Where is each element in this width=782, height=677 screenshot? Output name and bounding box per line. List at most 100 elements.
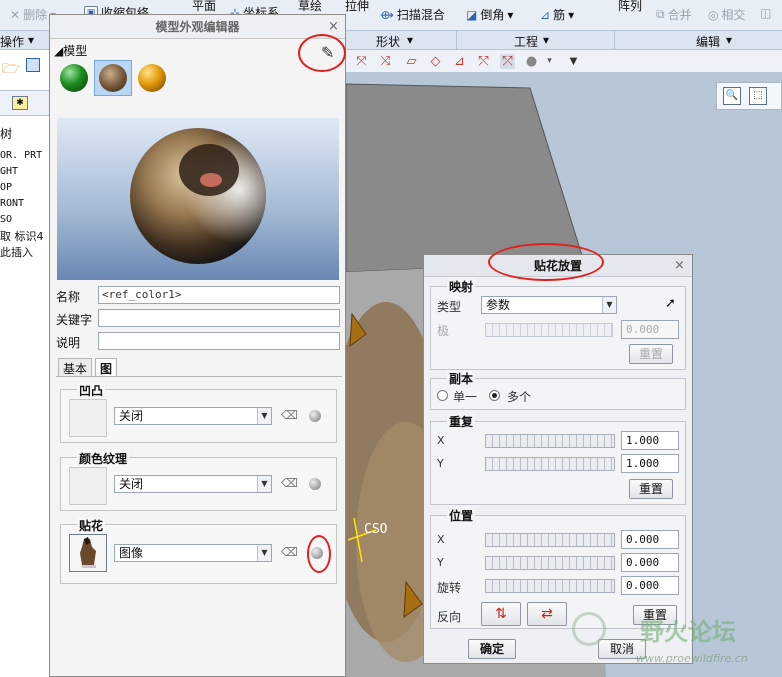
watermark-logo bbox=[572, 612, 606, 646]
clear-icon[interactable]: ⌫ bbox=[281, 545, 298, 559]
position-y-slider[interactable] bbox=[485, 556, 615, 570]
decal-close-icon[interactable]: × bbox=[674, 258, 685, 273]
tree-item-csys[interactable]: SO bbox=[0, 214, 12, 225]
engineering-group-label[interactable]: 工程 bbox=[514, 33, 538, 50]
appearance-swatch-orange[interactable] bbox=[138, 64, 166, 92]
tree-item-front[interactable]: RONT bbox=[0, 198, 24, 209]
position-title: 位置 bbox=[447, 507, 476, 524]
chamfer-icon: ◪ bbox=[466, 7, 478, 22]
repeat-x-field[interactable]: 1.000 bbox=[621, 431, 679, 450]
decal-placement-dialog: 贴花放置 × 映射 类型 参数 ▼ ➚ 极 0.000 重置 副本 单一 多个 … bbox=[423, 243, 693, 664]
single-radio[interactable] bbox=[437, 390, 448, 401]
rotate-field[interactable]: 0.000 bbox=[621, 576, 679, 595]
datum-tool-icon-3[interactable]: ▱ bbox=[404, 54, 419, 69]
tab-map[interactable]: 图 bbox=[95, 358, 118, 377]
decal-title: 贴花 bbox=[77, 517, 106, 534]
repeat-y-field[interactable]: 1.000 bbox=[621, 454, 679, 473]
save-icon[interactable] bbox=[26, 58, 40, 72]
tab-basic[interactable]: 基本 bbox=[58, 358, 93, 377]
type-select[interactable]: 参数 ▼ bbox=[481, 296, 617, 314]
extrude-button[interactable]: 拉伸 bbox=[345, 0, 369, 14]
single-label: 单一 bbox=[453, 390, 478, 404]
appearance-swatch-selected-frame[interactable] bbox=[94, 60, 132, 96]
more-icon[interactable]: ◫ bbox=[760, 6, 771, 20]
highlight-decal-placement-annotation bbox=[307, 535, 331, 573]
pole-field[interactable]: 0.000 bbox=[621, 320, 679, 339]
color-texture-thumbnail[interactable] bbox=[69, 467, 107, 505]
refit-icon[interactable]: ⬚ bbox=[749, 87, 767, 105]
repeat-x-slider[interactable] bbox=[485, 434, 615, 448]
copy-title: 副本 bbox=[447, 370, 476, 387]
editor-title[interactable]: 模型外观编辑器 bbox=[50, 15, 345, 39]
star-tab[interactable]: ✱ bbox=[12, 96, 28, 110]
datum-tool-icon-4[interactable]: ◇ bbox=[428, 54, 443, 69]
position-x-field[interactable]: 0.000 bbox=[621, 530, 679, 549]
position-y-field[interactable]: 0.000 bbox=[621, 553, 679, 572]
ok-button[interactable]: 确定 bbox=[468, 639, 516, 659]
appearance-dropdown-icon[interactable]: ▾ bbox=[542, 54, 557, 69]
open-folder-icon[interactable]: 🗁 bbox=[2, 58, 19, 82]
appearance-preview bbox=[57, 118, 339, 280]
description-field[interactable] bbox=[98, 332, 340, 350]
rotate-slider[interactable] bbox=[485, 579, 615, 593]
pole-slider[interactable] bbox=[485, 323, 613, 337]
keyword-field[interactable] bbox=[98, 309, 340, 327]
tree-item-insert-here[interactable]: 此插入 bbox=[0, 244, 33, 260]
keyword-label: 关键字 bbox=[56, 313, 93, 327]
appearance-editor: 模型外观编辑器 × ◢模型 ✎ 名称 <ref_color1> 关键字 说明 基… bbox=[49, 14, 346, 677]
name-label: 名称 bbox=[56, 290, 81, 304]
chevron-down-icon: ▼ bbox=[602, 297, 616, 313]
color-texture-placement-icon[interactable] bbox=[309, 478, 321, 490]
datum-tool-icon-2[interactable]: ⤨ bbox=[378, 54, 393, 69]
datum-tool-icon-1[interactable]: ⤧ bbox=[354, 54, 369, 69]
highlight-title-annotation bbox=[488, 243, 604, 281]
name-field[interactable]: <ref_color1> bbox=[98, 286, 340, 304]
clear-icon[interactable]: ⌫ bbox=[281, 476, 298, 490]
editor-close-icon[interactable]: × bbox=[328, 19, 339, 34]
multiple-radio[interactable] bbox=[489, 390, 500, 401]
merge-button[interactable]: ⧉ 合并 bbox=[656, 6, 692, 23]
pattern-button[interactable]: 阵列 bbox=[618, 0, 642, 14]
color-texture-select[interactable]: 关闭 ▼ bbox=[114, 475, 272, 493]
repeat-y-slider[interactable] bbox=[485, 457, 615, 471]
flip-horizontal-button[interactable]: ⇄ bbox=[527, 602, 567, 626]
bump-thumbnail[interactable] bbox=[69, 399, 107, 437]
ops-group-label[interactable]: 操作 bbox=[0, 33, 24, 50]
datum-tool-icon-6[interactable]: ⤲ bbox=[476, 54, 491, 69]
rib-button[interactable]: ⊿ 筋 ▾ bbox=[540, 6, 574, 23]
position-x-slider[interactable] bbox=[485, 533, 615, 547]
datum-tool-icon-7[interactable]: ⤱ bbox=[500, 54, 515, 69]
toolbar-more-icon[interactable]: ▼ bbox=[566, 54, 581, 69]
flip-vertical-icon: ⇅ bbox=[495, 606, 507, 622]
model-section-header[interactable]: ◢模型 bbox=[54, 42, 87, 59]
bump-placement-icon[interactable] bbox=[309, 410, 321, 422]
decal-thumbnail[interactable] bbox=[69, 534, 107, 572]
select-pointer-icon[interactable]: ➚ bbox=[665, 296, 676, 311]
flip-vertical-button[interactable]: ⇅ bbox=[481, 602, 521, 626]
description-label: 说明 bbox=[56, 336, 81, 350]
chamfer-button[interactable]: ◪ 倒角 ▾ bbox=[466, 6, 513, 23]
datum-tool-icon-5[interactable]: ⊿ bbox=[452, 54, 467, 69]
shape-group-label[interactable]: 形状 bbox=[376, 33, 400, 50]
tree-item-mark[interactable]: 取 标识4 bbox=[0, 228, 44, 244]
tree-item-right[interactable]: GHT bbox=[0, 166, 18, 177]
edit-group-label[interactable]: 编辑 bbox=[696, 33, 720, 50]
plane-button[interactable]: 平面 bbox=[192, 0, 216, 14]
bump-select[interactable]: 关闭 ▼ bbox=[114, 407, 272, 425]
sketch-button[interactable]: 草绘 bbox=[298, 0, 322, 14]
sweep-blend-button[interactable]: ⟴ 扫描混合 bbox=[380, 6, 445, 23]
mapping-reset-button[interactable]: 重置 bbox=[629, 344, 673, 364]
repeat-title: 重复 bbox=[447, 413, 476, 430]
clear-icon[interactable]: ⌫ bbox=[281, 408, 298, 422]
intersect-icon: ◎ bbox=[708, 7, 719, 22]
position-x-label: X bbox=[437, 533, 445, 546]
appearance-swatch-green[interactable] bbox=[60, 64, 88, 92]
tree-item-top[interactable]: OP bbox=[0, 182, 12, 193]
tree-item-part[interactable]: OR. PRT bbox=[0, 150, 42, 161]
chevron-down-icon: ▼ bbox=[257, 476, 271, 492]
zoom-icon[interactable]: 🔍 bbox=[723, 87, 741, 105]
repeat-reset-button[interactable]: 重置 bbox=[629, 479, 673, 499]
appearance-ball-icon[interactable]: ● bbox=[524, 54, 539, 69]
intersect-button[interactable]: ◎ 相交 bbox=[708, 6, 746, 23]
decal-select[interactable]: 图像 ▼ bbox=[114, 544, 272, 562]
